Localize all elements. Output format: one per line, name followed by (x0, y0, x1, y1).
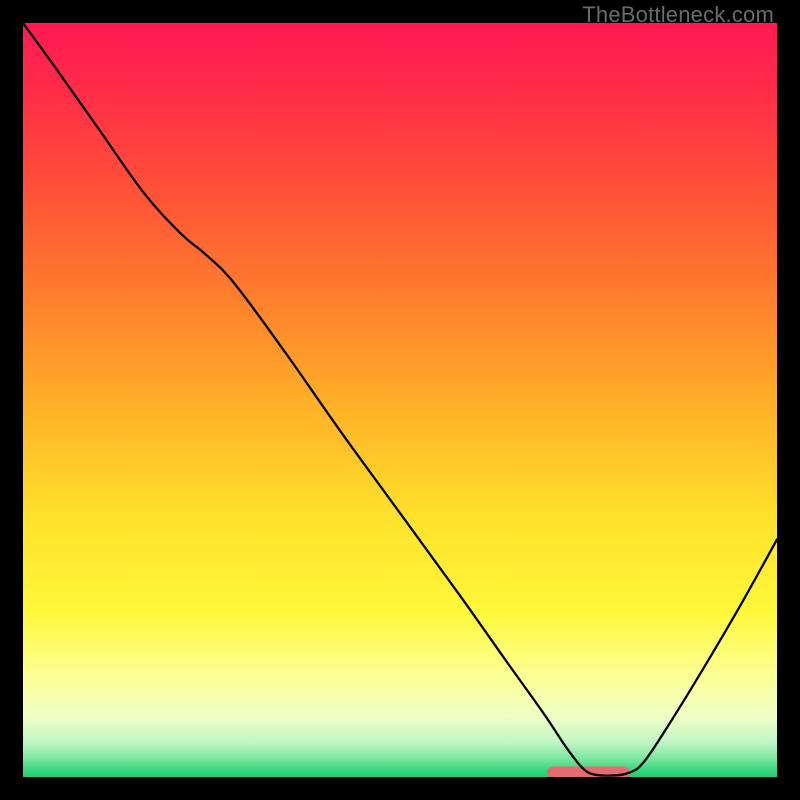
chart-background (23, 23, 777, 777)
chart-frame (23, 23, 777, 777)
bottleneck-chart (23, 23, 777, 777)
watermark-text: TheBottleneck.com (582, 2, 774, 28)
